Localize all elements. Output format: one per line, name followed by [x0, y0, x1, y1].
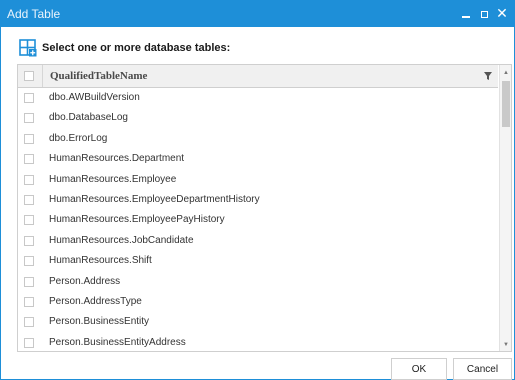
table-name: Person.Address: [49, 275, 121, 287]
table-grid: QualifiedTableName dbo.AWBuildVersion dbo…: [17, 64, 512, 352]
row-checkbox[interactable]: [24, 113, 34, 124]
ok-button[interactable]: OK: [391, 358, 447, 380]
maximize-icon: [480, 10, 488, 18]
table-row[interactable]: Person.AddressType: [18, 292, 498, 312]
scroll-up-icon[interactable]: ▲: [500, 67, 511, 79]
row-checkbox[interactable]: [24, 154, 34, 165]
row-checkbox[interactable]: [24, 215, 34, 226]
close-button[interactable]: ✕: [494, 1, 510, 27]
column-header-qualified-table-name[interactable]: QualifiedTableName: [50, 70, 147, 82]
table-name: dbo.ErrorLog: [49, 132, 108, 144]
table-row[interactable]: Person.Address: [18, 272, 498, 292]
add-table-dialog: Add Table ✕ Select one or more database …: [0, 0, 515, 380]
table-name: HumanResources.EmployeePayHistory: [49, 214, 225, 226]
scroll-down-icon[interactable]: ▼: [500, 339, 511, 351]
table-name: dbo.AWBuildVersion: [49, 92, 140, 103]
scroll-thumb[interactable]: [502, 81, 510, 127]
row-checkbox[interactable]: [24, 337, 34, 348]
row-checkbox[interactable]: [24, 296, 34, 307]
table-name: HumanResources.EmployeeDepartmentHistory: [49, 193, 260, 205]
table-name: HumanResources.Shift: [49, 255, 152, 267]
row-checkbox[interactable]: [24, 235, 34, 246]
table-name: HumanResources.Employee: [49, 173, 177, 185]
table-row[interactable]: dbo.AWBuildVersion: [18, 88, 498, 108]
add-table-icon: [19, 39, 37, 57]
minimize-icon: [462, 16, 470, 18]
table-row[interactable]: HumanResources.Employee: [18, 170, 498, 190]
row-checkbox[interactable]: [24, 276, 34, 287]
table-name: HumanResources.Department: [49, 153, 185, 165]
table-row[interactable]: HumanResources.EmployeePayHistory: [18, 210, 498, 230]
table-name: Person.BusinessEntity: [49, 316, 150, 328]
title-bar[interactable]: Add Table ✕: [1, 1, 514, 27]
table-row[interactable]: Person.BusinessEntity: [18, 312, 498, 332]
maximize-button[interactable]: [476, 1, 492, 27]
row-checkbox[interactable]: [24, 133, 34, 144]
row-checkbox[interactable]: [24, 174, 34, 185]
row-checkbox[interactable]: [24, 317, 34, 328]
table-row[interactable]: dbo.DatabaseLog: [18, 108, 498, 128]
table-list: dbo.AWBuildVersion dbo.DatabaseLog dbo.Err…: [18, 88, 498, 351]
table-name: dbo.DatabaseLog: [49, 112, 128, 124]
filter-icon[interactable]: [483, 71, 493, 81]
table-row[interactable]: HumanResources.JobCandidate: [18, 231, 498, 251]
instruction-text: Select one or more database tables:: [42, 42, 231, 54]
select-all-cell: [18, 65, 43, 87]
cancel-button[interactable]: Cancel: [453, 358, 512, 380]
window-title: Add Table: [7, 7, 61, 21]
row-checkbox[interactable]: [24, 93, 34, 103]
grid-header: QualifiedTableName: [18, 65, 498, 88]
row-checkbox[interactable]: [24, 256, 34, 267]
minimize-button[interactable]: [458, 1, 474, 27]
table-row[interactable]: HumanResources.Department: [18, 149, 498, 169]
table-row[interactable]: Person.BusinessEntityAddress: [18, 333, 498, 351]
table-row[interactable]: dbo.ErrorLog: [18, 129, 498, 149]
instruction-row: Select one or more database tables:: [19, 39, 230, 57]
table-name: Person.BusinessEntityAddress: [49, 336, 186, 348]
table-row[interactable]: HumanResources.Shift: [18, 251, 498, 271]
select-all-checkbox[interactable]: [24, 71, 34, 81]
table-row[interactable]: HumanResources.EmployeeDepartmentHistory: [18, 190, 498, 210]
close-icon: ✕: [496, 6, 508, 22]
vertical-scrollbar[interactable]: ▲ ▼: [499, 65, 511, 351]
table-name: HumanResources.JobCandidate: [49, 234, 194, 246]
table-name: Person.AddressType: [49, 295, 142, 307]
row-checkbox[interactable]: [24, 194, 34, 205]
